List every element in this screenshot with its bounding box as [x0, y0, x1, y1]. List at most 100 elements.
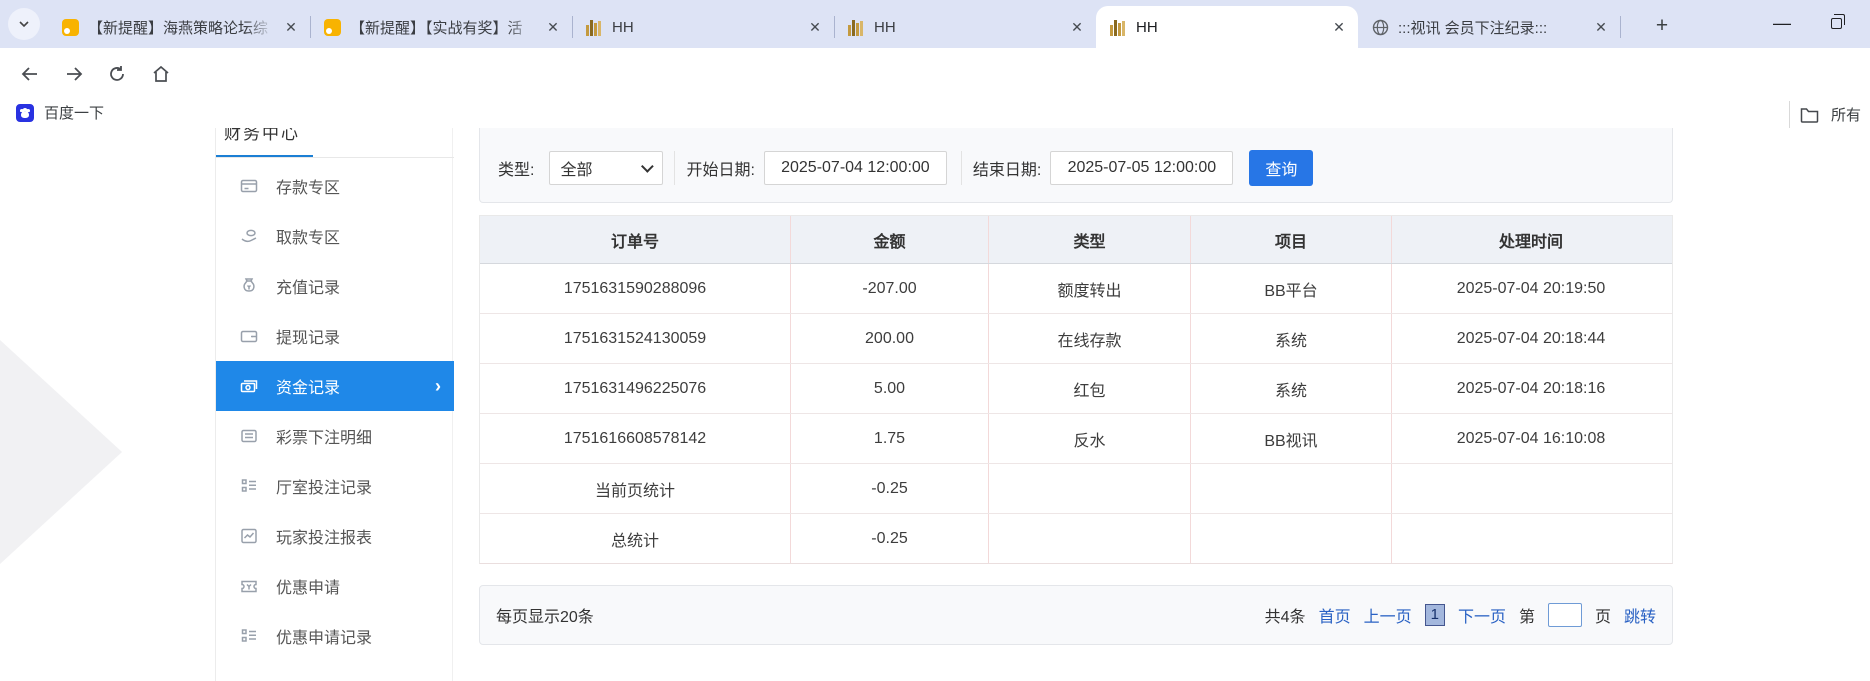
end-date-label: 结束日期:	[973, 156, 1041, 180]
sidebar-item-label: 提现记录	[276, 324, 340, 348]
window-minimize-button[interactable]: —	[1762, 6, 1802, 40]
home-button[interactable]	[144, 57, 178, 91]
chevron-down-icon	[18, 18, 30, 30]
forum-favicon	[324, 19, 341, 36]
jump-link[interactable]: 跳转	[1624, 603, 1656, 627]
table-header-cell: 金额	[791, 216, 989, 263]
type-select-value: 全部	[560, 156, 645, 180]
browser-tab[interactable]: HH✕	[834, 6, 1096, 48]
filter-panel: 类型: 全部 开始日期: 2025-07-04 12:00:00 结束日期: 2…	[479, 128, 1673, 203]
table-cell	[989, 514, 1191, 563]
start-date-label: 开始日期:	[686, 156, 754, 180]
table-row: 总统计-0.25	[480, 514, 1672, 563]
table-header-row: 订单号金额类型项目处理时间	[480, 216, 1672, 264]
browser-tab[interactable]: HH ✕	[572, 6, 834, 48]
sidebar-item-彩票下注明细[interactable]: 彩票下注明细	[216, 411, 454, 461]
globe-icon	[1372, 19, 1389, 36]
table-header-cell: 订单号	[480, 216, 791, 263]
table-cell: -0.25	[791, 464, 989, 513]
sidebar-item-厅室投注记录[interactable]: 厅室投注记录	[216, 461, 454, 511]
table-cell: 系统	[1191, 314, 1392, 363]
start-date-input[interactable]: 2025-07-04 12:00:00	[764, 151, 947, 185]
table-cell: 2025-07-04 20:18:44	[1392, 314, 1670, 363]
table-cell	[1191, 514, 1392, 563]
deposit-card-icon	[240, 177, 258, 195]
usercenter-sidebar: 财务中心 存款专区取款专区充值记录提现记录资金记录›彩票下注明细厅室投注记录玩家…	[215, 128, 453, 681]
table-header-cell: 类型	[989, 216, 1191, 263]
table-cell: 反水	[989, 414, 1191, 463]
sidebar-item-label: 彩票下注明细	[276, 424, 372, 448]
tab-close-icon[interactable]: ✕	[282, 19, 300, 36]
tab-title: 【新提醒】【实战有奖】活	[350, 17, 535, 38]
background-triangle-watermark	[0, 340, 122, 564]
tab-close-icon[interactable]: ✕	[1068, 19, 1086, 36]
chevron-right-icon: ›	[435, 376, 441, 397]
hh-gold-bars-favicon	[1110, 19, 1127, 36]
table-cell: 1751631524130059	[480, 314, 791, 363]
prev-page-link[interactable]: 上一页	[1364, 603, 1412, 627]
sidebar-item-取款专区[interactable]: 取款专区	[216, 211, 454, 261]
sidebar-item-玩家投注报表[interactable]: 玩家投注报表	[216, 511, 454, 561]
browser-tab[interactable]: HH✕	[1096, 6, 1358, 48]
moneybag-icon	[240, 277, 258, 295]
browser-tabs: 【新提醒】海燕策略论坛综✕【新提醒】【实战有奖】活✕HH✕HH✕HH✕:::视讯…	[48, 6, 1620, 48]
sidebar-item-优惠申请[interactable]: 优惠申请	[216, 561, 454, 611]
end-date-input[interactable]: 2025-07-05 12:00:00	[1050, 151, 1233, 185]
browser-tab[interactable]: 【新提醒】海燕策略论坛综✕	[48, 6, 310, 48]
window-restore-button[interactable]	[1816, 6, 1856, 40]
query-button[interactable]: 查询	[1249, 150, 1313, 186]
sidebar-item-label: 取款专区	[276, 224, 340, 248]
sidebar-item-label: 存款专区	[276, 174, 340, 198]
new-tab-button[interactable]: +	[1648, 12, 1676, 40]
reload-button[interactable]	[100, 57, 134, 91]
jump-prefix-label: 第	[1519, 603, 1535, 627]
back-arrow-icon	[20, 64, 40, 84]
sidebar-item-资金记录[interactable]: 资金记录 ›	[216, 361, 454, 411]
home-icon	[151, 64, 171, 84]
all-bookmarks-button[interactable]: 所有	[1789, 101, 1870, 128]
jump-page-input[interactable]	[1548, 603, 1582, 627]
browser-tab[interactable]: 【新提醒】【实战有奖】活 ✕	[310, 6, 572, 48]
type-select[interactable]: 全部	[549, 151, 663, 185]
sidebar-item-优惠申请记录[interactable]: 优惠申请记录	[216, 611, 454, 661]
sidebar-item-label: 厅室投注记录	[276, 474, 372, 498]
table-row: 当前页统计-0.25	[480, 464, 1672, 514]
reload-icon	[107, 64, 127, 84]
table-cell: 在线存款	[989, 314, 1191, 363]
browser-address-bar: yl756.com/hhcp/usercenter.html?iniType=6	[0, 48, 1870, 101]
tab-close-icon[interactable]: ✕	[806, 19, 824, 36]
jump-suffix-label: 页	[1595, 603, 1611, 627]
bookmark-label: 百度一下	[44, 102, 104, 123]
first-page-link[interactable]: 首页	[1319, 603, 1351, 627]
filter-divider	[674, 151, 675, 185]
hh-gold-bars-favicon	[586, 19, 603, 36]
sidebar-item-label: 充值记录	[276, 274, 340, 298]
tab-close-icon[interactable]: ✕	[1330, 19, 1348, 36]
bookmark-baidu[interactable]: 百度一下	[16, 102, 104, 123]
sidebar-menu: 存款专区取款专区充值记录提现记录资金记录 › 彩票下注明细厅室投注记录玩家投注报表优…	[216, 161, 454, 661]
sidebar-item-充值记录[interactable]: 充值记录	[216, 261, 454, 311]
tab-close-icon[interactable]: ✕	[544, 19, 562, 36]
tab-title: HH	[612, 19, 797, 36]
table-cell: -207.00	[791, 264, 989, 313]
table-cell: BB平台	[1191, 264, 1392, 313]
pagination-controls: 共4条 首页 上一页 1 下一页 第 页 跳转	[1265, 603, 1656, 627]
table-cell: 总统计	[480, 514, 791, 563]
current-page-badge[interactable]: 1	[1425, 604, 1445, 626]
pagination-bar: 每页显示20条 共4条 首页 上一页 1 下一页 第 页 跳转	[479, 585, 1673, 645]
sidebar-item-label: 资金记录	[276, 374, 340, 398]
sidebar-item-存款专区[interactable]: 存款专区	[216, 161, 454, 211]
list-icon	[240, 427, 258, 445]
main-content: 类型: 全部 开始日期: 2025-07-04 12:00:00 结束日期: 2…	[479, 128, 1673, 645]
next-page-link[interactable]: 下一页	[1458, 603, 1506, 627]
forward-button[interactable]	[57, 57, 91, 91]
sidebar-item-提现记录[interactable]: 提现记录	[216, 311, 454, 361]
browser-tab-strip: 【新提醒】海燕策略论坛综✕【新提醒】【实战有奖】活✕HH✕HH✕HH✕:::视讯…	[0, 0, 1870, 48]
table-cell	[1392, 514, 1670, 563]
table-cell: 1751631590288096	[480, 264, 791, 313]
back-button[interactable]	[13, 57, 47, 91]
table-cell: 额度转出	[989, 264, 1191, 313]
browser-tab[interactable]: :::视讯 会员下注纪录:::✕	[1358, 6, 1620, 48]
tab-close-icon[interactable]: ✕	[1592, 19, 1610, 36]
tab-search-button[interactable]	[8, 8, 40, 40]
